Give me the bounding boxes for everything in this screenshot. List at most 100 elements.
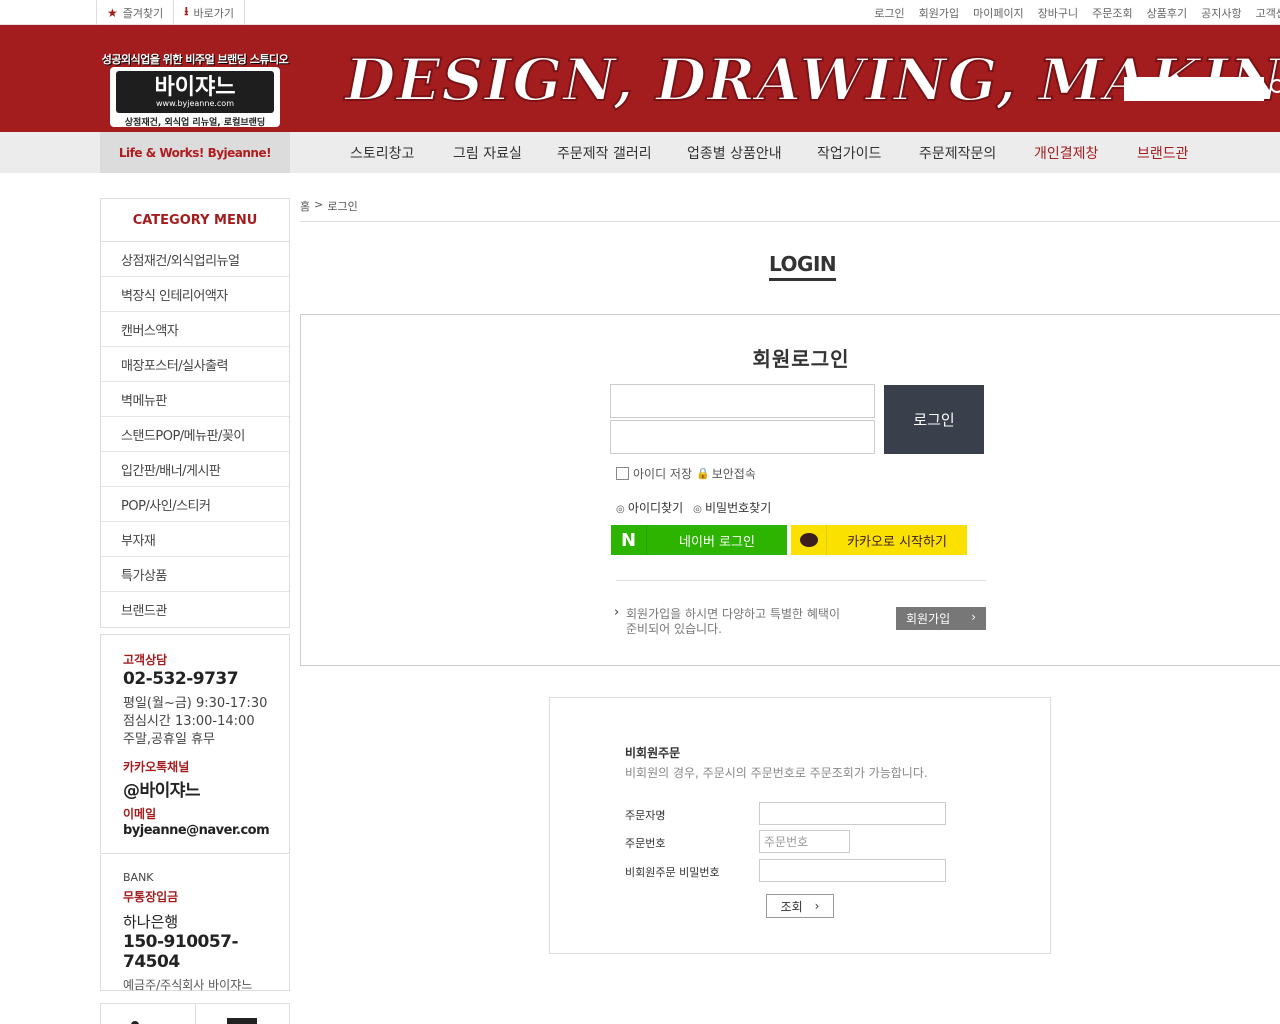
kakao-login-button[interactable]: 카카오로 시작하기 — [791, 525, 967, 555]
divider — [616, 580, 986, 581]
nav-item-products[interactable]: 업종별 상품안내 — [687, 132, 782, 173]
kakao-label: 카카오톡채널 — [123, 760, 190, 774]
category-item[interactable]: 입간판/배너/게시판 — [101, 452, 289, 487]
kakao-icon — [791, 525, 827, 555]
naver-login-label: 네이버 로그인 — [679, 534, 755, 550]
password-input[interactable] — [610, 420, 875, 454]
category-item[interactable]: 매장포스터/실사출력 — [101, 347, 289, 382]
logo-tagline: 성공외식업을 위한 비주얼 브랜딩 스튜디오 — [101, 53, 289, 66]
sns-box — [100, 1003, 290, 1024]
util-link-mypage[interactable]: 마이페이지 — [973, 5, 1024, 21]
nav-item-inquiry[interactable]: 주문제작문의 — [919, 132, 996, 173]
bank-holder: 예금주/주식회사 바이쟈느 — [123, 978, 253, 992]
guest-description: 비회원의 경우, 주문시의 주문번호로 주문조회가 가능합니다. — [625, 766, 928, 780]
bank-title: BANK — [123, 871, 154, 884]
bookmark-label: 즐겨찾기 — [122, 6, 164, 20]
find-id-link[interactable]: 아이디찾기 — [616, 499, 683, 516]
order-search-button[interactable]: 조회 › — [766, 894, 834, 918]
blog-icon[interactable] — [227, 1018, 257, 1024]
cs-hours: 주말,공휴일 휴무 — [123, 732, 215, 747]
chevron-right-icon: > — [314, 198, 324, 211]
category-item[interactable]: 캔버스액자 — [101, 312, 289, 347]
lock-icon: 🔒 — [696, 467, 710, 480]
find-password-link[interactable]: 비밀번호찾기 — [693, 499, 771, 516]
category-item[interactable]: 벽장식 인테리어액자 — [101, 277, 289, 312]
chevron-right-icon: › — [971, 610, 976, 624]
search-icon[interactable] — [1270, 79, 1280, 93]
bank-account: 150-910057-74504 — [123, 932, 239, 972]
cs-phone: 02-532-9737 — [123, 669, 239, 689]
customer-service-box: 고객상담 02-532-9737 평일(월~금) 9:30-17:30 점심시간… — [100, 634, 290, 854]
breadcrumb-home[interactable]: 홈 — [300, 198, 310, 214]
secure-login-label[interactable]: 보안접속 — [712, 465, 756, 482]
guest-order-box: 비회원주문 비회원의 경우, 주문시의 주문번호로 주문조회가 가능합니다. 주… — [549, 697, 1051, 954]
category-item[interactable]: 상점재건/외식업리뉴얼 — [101, 242, 289, 277]
order-number-input[interactable]: 주문번호 — [759, 830, 850, 853]
bank-name: 하나은행 — [123, 913, 179, 931]
shortcut-label: 바로가기 — [193, 6, 234, 20]
join-button[interactable]: 회원가입 › — [896, 607, 986, 630]
save-id-checkbox[interactable] — [616, 467, 629, 480]
kakao-id: @바이쟈느 — [123, 781, 201, 801]
category-item[interactable]: 특가상품 — [101, 557, 289, 592]
util-link-login[interactable]: 로그인 — [874, 5, 904, 21]
site-logo[interactable]: 성공외식업을 위한 비주얼 브랜딩 스튜디오 바이쟈느 www.byjeanne… — [100, 47, 290, 132]
category-item[interactable]: POP/사인/스티커 — [101, 487, 289, 522]
login-button[interactable]: 로그인 — [884, 385, 984, 454]
download-icon: ⭳ — [184, 4, 189, 18]
naver-login-button[interactable]: N 네이버 로그인 — [611, 525, 787, 555]
breadcrumb: 홈 > 로그인 — [300, 198, 1280, 222]
search-input[interactable] — [1124, 77, 1264, 101]
kakao-login-label: 카카오로 시작하기 — [847, 534, 947, 550]
category-title: CATEGORY MENU — [101, 199, 289, 242]
nav-item-brand[interactable]: 브랜드관 — [1137, 132, 1189, 173]
find-links: 아이디찾기 비밀번호찾기 — [616, 499, 771, 516]
guest-password-label: 비회원주문 비밀번호 — [625, 866, 720, 879]
shortcut-button[interactable]: ⭳ 바로가기 — [173, 0, 245, 25]
page-title: LOGIN — [769, 252, 837, 281]
join-button-label: 회원가입 — [906, 612, 951, 626]
orderer-name-label: 주문자명 — [625, 809, 666, 822]
cs-hours: 점심시간 13:00-14:00 — [123, 714, 255, 729]
category-menu: CATEGORY MENU 상점재건/외식업리뉴얼 벽장식 인테리어액자 캔버스… — [100, 198, 290, 628]
quick-links: ★ 즐겨찾기 ⭳ 바로가기 — [96, 0, 245, 25]
bank-box: BANK 무통장입금 하나은행 150-910057-74504 예금주/주식회… — [100, 855, 290, 992]
nav-item-payment[interactable]: 개인결제창 — [1034, 132, 1098, 173]
util-link-cart[interactable]: 장바구니 — [1038, 5, 1078, 21]
nav-item-guide[interactable]: 작업가이드 — [817, 132, 881, 173]
breadcrumb-current: 로그인 — [327, 200, 358, 213]
chevron-right-icon: › — [814, 899, 820, 913]
category-item[interactable]: 벽메뉴판 — [101, 382, 289, 417]
logo-subtitle: 상점재건, 외식업 리뉴얼, 로컬브랜딩 — [124, 118, 266, 128]
guest-password-input[interactable] — [759, 859, 946, 882]
orderer-name-input[interactable] — [759, 802, 946, 825]
hero-banner: DESIGN, DRAWING, MAKING — [344, 40, 1280, 120]
nav-item-story[interactable]: 스토리창고 — [350, 132, 414, 173]
kakao-channel-icon[interactable] — [131, 1018, 165, 1024]
save-id-label[interactable]: 아이디 저장 — [633, 465, 692, 482]
header-banner: 성공외식업을 위한 비주얼 브랜딩 스튜디오 바이쟈느 www.byjeanne… — [0, 25, 1280, 132]
utility-links: 로그인 회원가입 마이페이지 장바구니 주문조회 상품후기 공지사항 고객센 — [860, 0, 1280, 25]
top-utility-bar: ★ 즐겨찾기 ⭳ 바로가기 로그인 회원가입 마이페이지 장바구니 주문조회 상품후… — [0, 0, 1280, 25]
util-link-join[interactable]: 회원가입 — [919, 5, 959, 21]
util-link-notice[interactable]: 공지사항 — [1201, 5, 1241, 21]
category-item[interactable]: 부자재 — [101, 522, 289, 557]
util-link-cs[interactable]: 고객센 — [1256, 5, 1280, 21]
naver-icon: N — [611, 525, 647, 555]
logo-name: 바이쟈느 — [154, 75, 236, 100]
life-works-link[interactable]: Life & Works! Byjeanne! — [100, 132, 290, 173]
util-link-order[interactable]: 주문조회 — [1092, 5, 1132, 21]
util-link-review[interactable]: 상품후기 — [1147, 5, 1187, 21]
email-label: 이메일 — [123, 807, 157, 821]
order-search-label: 조회 — [780, 899, 803, 914]
cs-hours: 평일(월~금) 9:30-17:30 — [123, 696, 268, 711]
nav-item-gallery[interactable]: 주문제작 갤러리 — [557, 132, 652, 173]
nav-item-drawings[interactable]: 그림 자료실 — [453, 132, 522, 173]
category-item[interactable]: 브랜드관 — [101, 592, 289, 627]
bank-label: 무통장입금 — [123, 890, 179, 904]
id-input[interactable] — [610, 384, 875, 418]
login-heading: 회원로그인 — [752, 347, 850, 371]
star-icon: ★ — [107, 5, 118, 20]
category-item[interactable]: 스탠드POP/메뉴판/꽂이 — [101, 417, 289, 452]
bookmark-button[interactable]: ★ 즐겨찾기 — [96, 0, 173, 25]
